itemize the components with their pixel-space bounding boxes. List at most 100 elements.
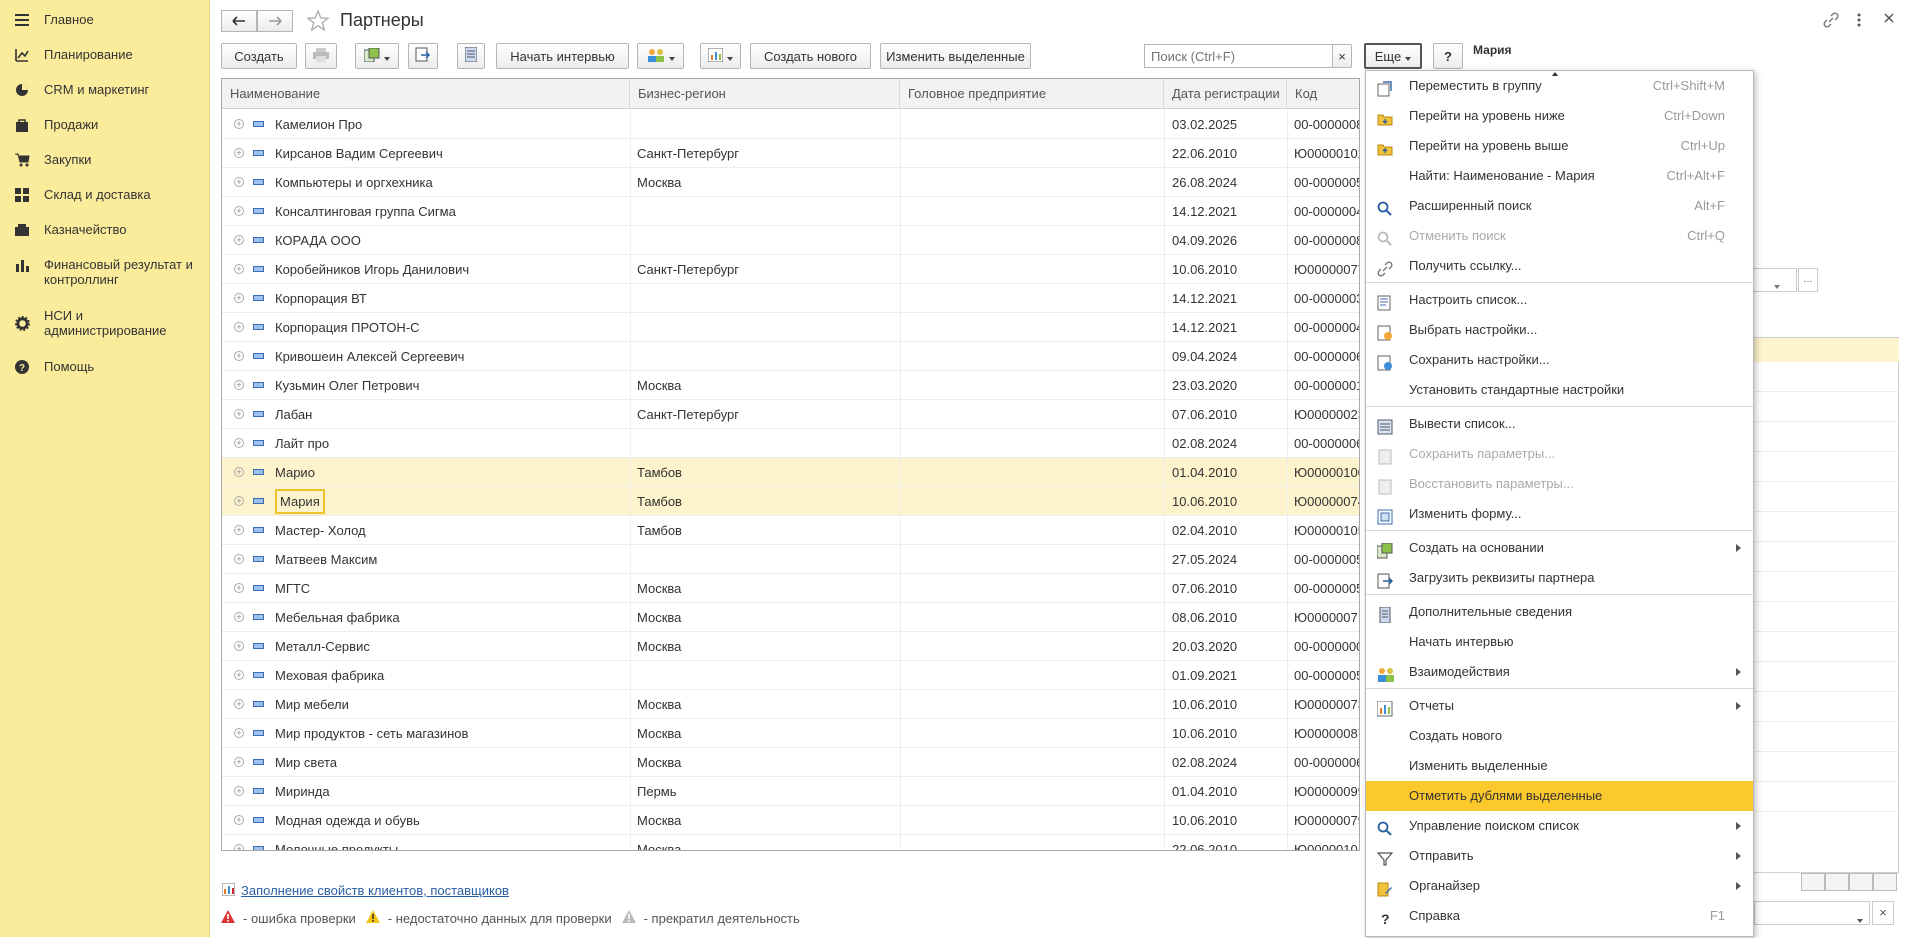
menu-item-6[interactable]: Получить ссылку... <box>1366 251 1753 281</box>
menu-item-4[interactable]: Расширенный поиск Alt+F <box>1366 191 1753 221</box>
table-row[interactable]: + Лайт про 02.08.2024 00-00000066 <box>222 429 1359 458</box>
menu-item-11[interactable]: Вывести список... <box>1366 409 1753 439</box>
table-row[interactable]: + Компьютеры и оргхехника Москва 26.08.2024… <box>222 168 1359 197</box>
sidebar-item-sales[interactable]: Продажи <box>0 117 210 133</box>
expand-icon[interactable]: + <box>234 264 244 274</box>
table-row[interactable]: + Камелион Про 03.02.2025 00-00000081 <box>222 110 1359 139</box>
scroll-bottom-button[interactable] <box>1873 873 1897 891</box>
menu-item-8[interactable]: Выбрать настройки... <box>1366 315 1753 345</box>
expand-icon[interactable]: + <box>234 293 244 303</box>
table-row[interactable]: + Миринда Пермь 01.04.2010 Ю00000099 <box>222 777 1359 806</box>
table-row[interactable]: + Консалтинговая группа Сигма 14.12.2021 00… <box>222 197 1359 226</box>
reports-dropdown[interactable] <box>700 43 741 69</box>
menu-item-7[interactable]: Настроить список... <box>1366 285 1753 315</box>
expand-icon[interactable]: + <box>234 815 244 825</box>
menu-item-3[interactable]: Найти: Наименование - Мария Ctrl+Alt+F <box>1366 161 1753 191</box>
expand-icon[interactable]: + <box>234 699 244 709</box>
create-button[interactable]: Создать <box>221 43 297 69</box>
scroll-up-button[interactable] <box>1825 873 1849 891</box>
table-row[interactable]: + Мария Тамбов 10.06.2010 Ю00000074 <box>222 487 1359 516</box>
table-row[interactable]: + Корпорация ВТ 14.12.2021 00-00000037 <box>222 284 1359 313</box>
menu-item-1[interactable]: Перейти на уровень ниже Ctrl+Down <box>1366 101 1753 131</box>
right-pane-selected-row[interactable] <box>1754 338 1899 362</box>
current-cell[interactable]: Мария <box>275 489 325 514</box>
menu-item-17[interactable]: Дополнительные сведения <box>1366 597 1753 627</box>
favorite-star-icon[interactable] <box>306 9 330 36</box>
table-row[interactable]: + Мир света Москва 02.08.2024 00-00000067 <box>222 748 1359 777</box>
expand-icon[interactable]: + <box>234 148 244 158</box>
partners-table[interactable]: Наименование Бизнес-регион Головное пред… <box>221 78 1360 851</box>
table-row[interactable]: + Лабан Санкт-Петербург 07.06.2010 Ю00000023 <box>222 400 1359 429</box>
menu-item-15[interactable]: Создать на основании <box>1366 533 1753 563</box>
create-new-button[interactable]: Создать нового <box>750 43 871 69</box>
expand-icon[interactable]: + <box>234 322 244 332</box>
expand-icon[interactable]: + <box>234 525 244 535</box>
start-interview-button[interactable]: Начать интервью <box>496 43 629 69</box>
menu-item-14[interactable]: Изменить форму... <box>1366 499 1753 529</box>
table-row[interactable]: + Мебельная фабрика Москва 08.06.2010 Ю00000… <box>222 603 1359 632</box>
expand-icon[interactable]: + <box>234 583 244 593</box>
help-button[interactable]: ? <box>1433 43 1463 69</box>
scroll-down-button[interactable] <box>1849 873 1873 891</box>
table-row[interactable]: + Мастер- Холод Тамбов 02.04.2010 Ю00000105 <box>222 516 1359 545</box>
menu-item-24[interactable]: Управление поиском список <box>1366 811 1753 841</box>
expand-icon[interactable]: + <box>234 496 244 506</box>
expand-icon[interactable]: + <box>234 728 244 738</box>
print-button[interactable] <box>305 43 337 69</box>
menu-item-25[interactable]: Отправить <box>1366 841 1753 871</box>
expand-icon[interactable]: + <box>234 612 244 622</box>
table-row[interactable]: + Матвеев Максим 27.05.2024 00-00000054 <box>222 545 1359 574</box>
table-row[interactable]: + Коробейников Игорь Данилович Санкт-Петер… <box>222 255 1359 284</box>
sidebar-item-financial[interactable]: Финансовый результат и контроллинг <box>0 257 210 287</box>
menu-item-18[interactable]: Начать интервью <box>1366 627 1753 657</box>
table-row[interactable]: + Марио Тамбов 01.04.2010 Ю00000100 <box>222 458 1359 487</box>
sidebar-item-warehouse[interactable]: Склад и доставка <box>0 187 210 203</box>
table-row[interactable]: + Мир мебели Москва 10.06.2010 Ю00000073 <box>222 690 1359 719</box>
expand-icon[interactable]: + <box>234 177 244 187</box>
column-header-reg-date[interactable]: Дата регистрации <box>1164 79 1287 109</box>
table-row[interactable]: + КОРАДА ООО 04.09.2026 00-00000086 <box>222 226 1359 255</box>
search-input[interactable] <box>1144 44 1333 68</box>
right-pane-bottom-field[interactable] <box>1754 901 1870 925</box>
menu-item-27[interactable]: ? Справка F1 <box>1366 901 1753 931</box>
expand-icon[interactable]: + <box>234 206 244 216</box>
close-icon[interactable] <box>1883 12 1895 27</box>
menu-item-9[interactable]: Сохранить настройки... <box>1366 345 1753 375</box>
sidebar-item-crm[interactable]: CRM и маркетинг <box>0 82 210 98</box>
column-header-head-company[interactable]: Головное предприятие <box>900 79 1164 109</box>
expand-icon[interactable]: + <box>234 235 244 245</box>
table-row[interactable]: + Молочные продукты Москва 22.06.2010 Ю00000… <box>222 835 1359 850</box>
menu-item-10[interactable]: Установить стандартные настройки <box>1366 375 1753 405</box>
interactions-dropdown[interactable] <box>637 43 684 69</box>
column-header-name[interactable]: Наименование <box>222 79 630 109</box>
sidebar-item-treasury[interactable]: Казначейство <box>0 222 210 238</box>
right-filter-select-button[interactable]: ... <box>1798 268 1818 292</box>
more-vertical-icon[interactable] <box>1856 12 1862 31</box>
expand-icon[interactable]: + <box>234 554 244 564</box>
scroll-top-button[interactable] <box>1801 873 1825 891</box>
menu-item-0[interactable]: Переместить в группу Ctrl+Shift+M <box>1366 71 1753 101</box>
table-row[interactable]: + Металл-Сервис Москва 20.03.2020 00-0000000… <box>222 632 1359 661</box>
table-row[interactable]: + Мир продуктов - сеть магазинов Москва 10.… <box>222 719 1359 748</box>
table-row[interactable]: + Корпорация ПРОТОН-С 14.12.2021 00-0000004… <box>222 313 1359 342</box>
sidebar-item-help[interactable]: ? Помощь <box>0 359 210 375</box>
sidebar-item-main[interactable]: Главное <box>0 12 210 28</box>
expand-icon[interactable]: + <box>234 670 244 680</box>
sidebar-item-nsi[interactable]: НСИ и администрирование <box>0 308 210 338</box>
expand-icon[interactable]: + <box>234 786 244 796</box>
expand-icon[interactable]: + <box>234 757 244 767</box>
expand-icon[interactable]: + <box>234 438 244 448</box>
table-row[interactable]: + Модная одежда и обувь Москва 10.06.2010 Ю0… <box>222 806 1359 835</box>
more-button[interactable]: Еще <box>1364 43 1422 69</box>
expand-icon[interactable]: + <box>234 119 244 129</box>
menu-item-19[interactable]: Взаимодействия <box>1366 657 1753 687</box>
fill-properties-link[interactable]: Заполнение свойств клиентов, поставщиков <box>241 883 509 898</box>
expand-icon[interactable]: + <box>234 409 244 419</box>
right-pane-bottom-clear-button[interactable]: × <box>1872 901 1894 925</box>
link-icon[interactable] <box>1823 12 1839 31</box>
expand-icon[interactable]: + <box>234 380 244 390</box>
expand-icon[interactable]: + <box>234 467 244 477</box>
create-based-dropdown[interactable] <box>355 43 399 69</box>
menu-item-2[interactable]: Перейти на уровень выше Ctrl+Up <box>1366 131 1753 161</box>
sidebar-item-purchases[interactable]: Закупки <box>0 152 210 168</box>
